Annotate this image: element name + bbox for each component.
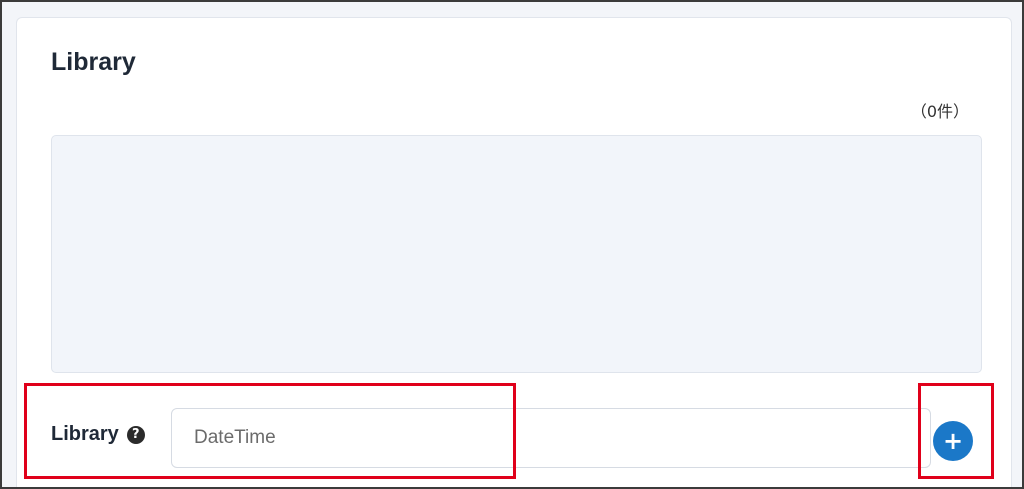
library-section-card: Library （0件） Library ? + xyxy=(16,17,1012,487)
library-list xyxy=(51,135,982,373)
add-button[interactable]: + xyxy=(933,421,973,461)
library-input[interactable] xyxy=(171,408,931,468)
item-count: （0件） xyxy=(910,102,969,121)
library-field-label-text: Library xyxy=(51,423,119,445)
section-title: Library xyxy=(51,48,136,76)
plus-icon: + xyxy=(942,427,964,455)
library-field-label: Library ? xyxy=(51,423,145,446)
question-circle-icon[interactable]: ? xyxy=(126,425,145,444)
screenshot-frame: Library （0件） Library ? + xyxy=(0,0,1024,489)
